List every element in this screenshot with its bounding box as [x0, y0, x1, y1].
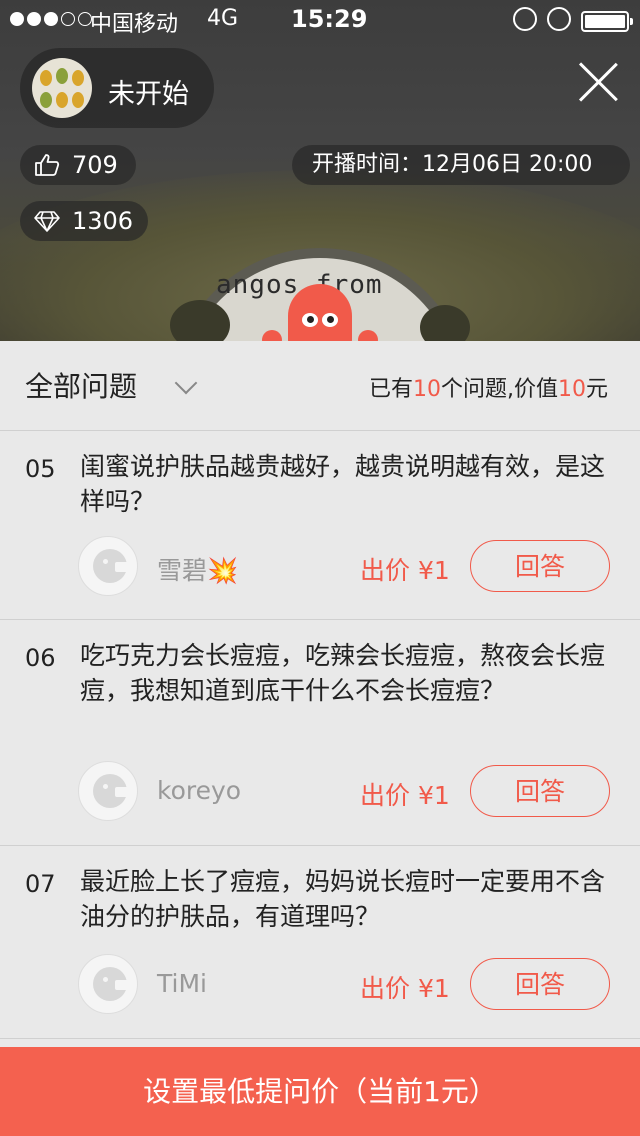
signal-icon: [10, 12, 92, 26]
bid-price: 出价 ¥1: [360, 556, 450, 585]
network-label: 4G: [207, 6, 239, 31]
bid-price: 出价 ¥1: [360, 974, 450, 1003]
diamonds-badge[interactable]: 1306: [20, 201, 148, 241]
likes-count: 709: [72, 151, 118, 179]
diamonds-count: 1306: [72, 207, 134, 235]
question-text: 闺蜜说护肤品越贵越好，越贵说明越有效，是这样吗？: [80, 452, 606, 516]
mascot-icon: [288, 284, 352, 346]
status-time: 15:29: [291, 5, 368, 33]
answer-button[interactable]: 回答: [470, 765, 610, 817]
host-badge[interactable]: 未开始: [20, 48, 214, 128]
likes-badge[interactable]: 709: [20, 145, 136, 185]
set-min-price-button[interactable]: 设置最低提问价（当前1元）: [0, 1047, 640, 1136]
asker-name: koreyo: [157, 776, 242, 805]
thumbs-up-icon: [35, 154, 60, 176]
alarm-icon: [547, 7, 571, 31]
carrier-label: 中国移动: [90, 12, 179, 37]
question-summary: 已有10个问题,价值10元: [368, 377, 608, 402]
video-blob: [420, 305, 470, 345]
diamond-icon: [34, 211, 60, 232]
question-text: 吃巧克力会长痘痘，吃辣会长痘痘，熬夜会长痘痘，我想知道到底干什么不会长痘痘？: [80, 641, 606, 705]
battery-icon: [581, 11, 633, 32]
close-icon[interactable]: [578, 62, 618, 102]
live-status-label: 未开始: [108, 79, 189, 110]
avatar[interactable]: [78, 536, 138, 596]
question-number: 07: [25, 870, 56, 898]
question-text: 最近脸上长了痘痘，妈妈说长痘时一定要用不含油分的护肤品，有道理吗？: [80, 867, 606, 931]
start-time-badge: 开播时间：12月06日 20:00: [292, 145, 630, 185]
question-panel: 全部问题 已有10个问题,价值10元 05 闺蜜说护肤品越贵越好，越贵说明越有效…: [0, 341, 640, 1136]
video-blob: [170, 300, 230, 345]
question-filter-dropdown[interactable]: 全部问题: [25, 365, 137, 405]
answer-button[interactable]: 回答: [470, 540, 610, 592]
avatar[interactable]: [78, 954, 138, 1014]
bid-price: 出价 ¥1: [360, 781, 450, 810]
status-bar: 中国移动 4G 15:29: [0, 0, 640, 40]
answer-button[interactable]: 回答: [470, 958, 610, 1010]
question-item: 07 最近脸上长了痘痘，妈妈说长痘时一定要用不含油分的护肤品，有道理吗？ TiM…: [0, 846, 640, 1039]
question-number: 06: [25, 644, 56, 672]
question-item: 06 吃巧克力会长痘痘，吃辣会长痘痘，熬夜会长痘痘，我想知道到底干什么不会长痘痘…: [0, 620, 640, 846]
asker-name: 雪碧💥: [157, 556, 239, 585]
asker-name: TiMi: [157, 969, 207, 998]
question-item: 05 闺蜜说护肤品越贵越好，越贵说明越有效，是这样吗？ 雪碧💥 出价 ¥1 回答: [0, 431, 640, 620]
host-avatar: [32, 58, 92, 118]
chevron-down-icon[interactable]: [174, 371, 198, 395]
panel-header: 全部问题 已有10个问题,价值10元: [0, 341, 640, 431]
question-number: 05: [25, 455, 56, 483]
rotation-lock-icon: [513, 7, 537, 31]
avatar[interactable]: [78, 761, 138, 821]
